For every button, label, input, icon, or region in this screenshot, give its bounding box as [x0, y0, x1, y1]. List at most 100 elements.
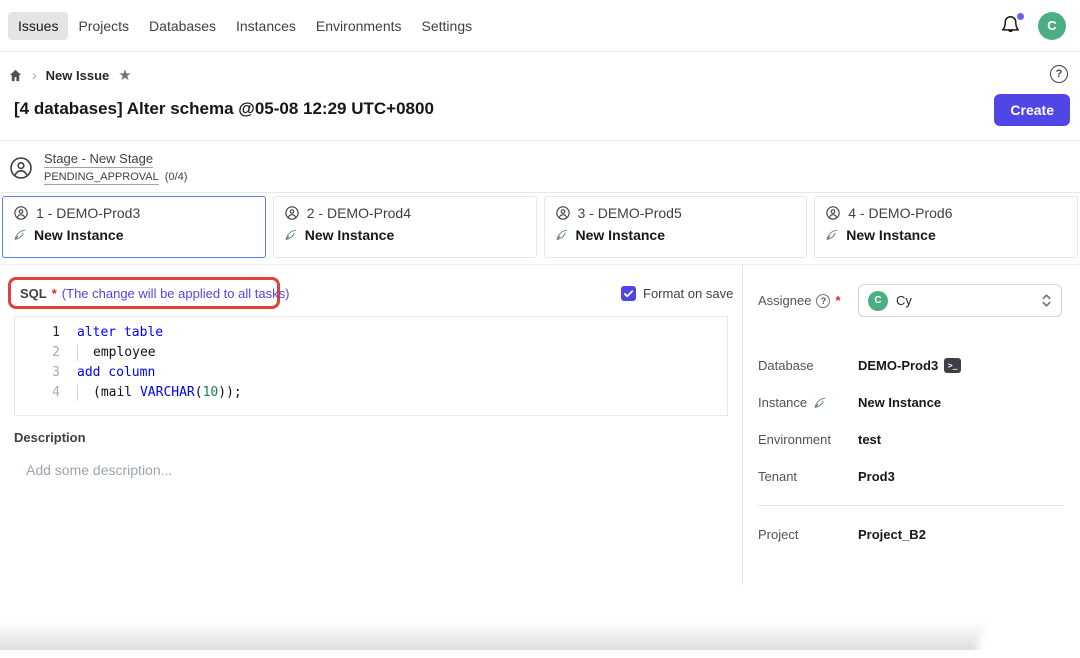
instance-value: New Instance — [858, 395, 941, 410]
description-label: Description — [14, 430, 86, 445]
nav-item-projects[interactable]: Projects — [68, 12, 139, 40]
assignee-label: Assignee — [758, 293, 811, 308]
environment-label: Environment — [758, 432, 858, 447]
dolphin-icon — [813, 396, 827, 410]
task-title: 2 - DEMO-Prod4 — [307, 205, 411, 221]
dolphin-icon — [284, 228, 298, 242]
task-title: 4 - DEMO-Prod6 — [848, 205, 952, 221]
code-line: 3 add column — [15, 363, 727, 383]
assignee-select[interactable]: C Cy — [858, 284, 1062, 317]
top-nav: Issues Projects Databases Instances Envi… — [0, 0, 1080, 52]
divider — [0, 192, 1080, 193]
line-number: 1 — [15, 323, 69, 343]
sql-text: )); — [218, 385, 241, 400]
assignee-help-icon[interactable]: ? — [816, 294, 830, 308]
code-line: 1 alter table — [15, 323, 727, 343]
task-card-3[interactable]: 3 - DEMO-Prod5 New Instance — [544, 196, 808, 258]
assignee-label-row: Assignee ? * — [758, 293, 841, 308]
notification-bell-icon[interactable] — [1000, 15, 1022, 37]
stage-person-icon — [8, 155, 34, 181]
person-circle-icon — [825, 205, 841, 221]
stage-progress: (0/4) — [165, 171, 188, 183]
nav-item-databases[interactable]: Databases — [139, 12, 226, 40]
database-label: Database — [758, 358, 858, 373]
line-number: 3 — [15, 363, 69, 383]
sql-hint: (The change will be applied to all tasks… — [62, 286, 290, 301]
create-button[interactable]: Create — [994, 94, 1070, 126]
sidebar-vertical-divider — [742, 265, 743, 585]
code-line: 2 employee — [15, 343, 727, 363]
sql-label-annotation: SQL* (The change will be applied to all … — [8, 277, 280, 309]
field-row-tenant: Tenant Prod3 — [758, 469, 1064, 484]
nav-item-instances[interactable]: Instances — [226, 12, 306, 40]
terminal-icon[interactable]: >_ — [944, 358, 961, 373]
project-value: Project_B2 — [858, 527, 926, 542]
tenant-label: Tenant — [758, 469, 858, 484]
bottom-shadow — [0, 622, 1080, 650]
bottom-shadow-corner — [978, 618, 1080, 658]
task-card-1[interactable]: 1 - DEMO-Prod3 New Instance — [2, 196, 266, 258]
check-icon — [623, 288, 634, 299]
nav-item-environments[interactable]: Environments — [306, 12, 412, 40]
task-instance: New Instance — [846, 227, 935, 243]
line-number: 4 — [15, 383, 69, 403]
breadcrumb: › New Issue ★ — [8, 58, 132, 92]
task-card-2[interactable]: 2 - DEMO-Prod4 New Instance — [273, 196, 537, 258]
page-title: [4 databases] Alter schema @05-08 12:29 … — [14, 99, 434, 119]
required-asterisk: * — [52, 286, 57, 301]
line-number: 2 — [15, 343, 69, 363]
stage-section: Stage - New Stage PENDING_APPROVAL (0/4) — [8, 150, 187, 185]
bookmark-star-icon[interactable]: ★ — [118, 68, 131, 83]
breadcrumb-current: New Issue — [46, 68, 110, 83]
field-row-database: Database DEMO-Prod3 >_ — [758, 358, 1064, 373]
nav-item-settings[interactable]: Settings — [412, 12, 483, 40]
sql-identifier: employee — [93, 345, 156, 360]
sql-text: (mail — [93, 385, 140, 400]
home-icon[interactable] — [8, 68, 23, 83]
sql-text: ( — [195, 385, 203, 400]
environment-value: test — [858, 432, 881, 447]
user-avatar[interactable]: C — [1038, 12, 1066, 40]
chevron-right-icon: › — [32, 67, 37, 83]
required-asterisk: * — [835, 293, 840, 308]
task-instance: New Instance — [576, 227, 665, 243]
help-icon[interactable]: ? — [1050, 65, 1068, 83]
task-instance: New Instance — [34, 227, 123, 243]
instance-label: Instance — [758, 395, 807, 410]
sql-keyword: VARCHAR — [140, 385, 195, 400]
task-instance: New Instance — [305, 227, 394, 243]
database-value: DEMO-Prod3 — [858, 358, 938, 373]
dolphin-icon — [555, 228, 569, 242]
assignee-avatar: C — [868, 291, 888, 311]
task-title: 1 - DEMO-Prod3 — [36, 205, 140, 221]
stage-status: PENDING_APPROVAL — [44, 171, 159, 185]
nav-item-issues[interactable]: Issues — [8, 12, 68, 40]
tenant-value: Prod3 — [858, 469, 895, 484]
sql-number: 10 — [203, 385, 219, 400]
divider — [758, 505, 1064, 506]
stage-name-link[interactable]: Stage - New Stage — [44, 151, 153, 168]
nav-items: Issues Projects Databases Instances Envi… — [8, 12, 482, 40]
chevron-up-down-icon — [1041, 292, 1052, 309]
sql-editor[interactable]: 1 alter table 2 employee 3 add column 4 … — [14, 316, 728, 416]
format-on-save-toggle[interactable]: Format on save — [621, 286, 733, 301]
task-cards: 1 - DEMO-Prod3 New Instance 2 - DEMO-Pro… — [0, 196, 1080, 258]
divider — [0, 264, 1080, 265]
code-line: 4 (mail VARCHAR(10)); — [15, 383, 727, 403]
description-input[interactable]: Add some description... — [26, 462, 172, 478]
divider — [0, 140, 1080, 141]
person-circle-icon — [555, 205, 571, 221]
notification-dot — [1017, 13, 1024, 20]
assignee-value: Cy — [896, 293, 912, 308]
project-label: Project — [758, 527, 858, 542]
field-row-instance: Instance New Instance — [758, 395, 1064, 410]
format-on-save-checkbox[interactable] — [621, 286, 636, 301]
person-circle-icon — [284, 205, 300, 221]
format-on-save-label: Format on save — [643, 286, 733, 301]
task-card-4[interactable]: 4 - DEMO-Prod6 New Instance — [814, 196, 1078, 258]
person-circle-icon — [13, 205, 29, 221]
task-title: 3 - DEMO-Prod5 — [578, 205, 682, 221]
sql-keyword: alter table — [77, 325, 163, 340]
dolphin-icon — [13, 228, 27, 242]
sql-keyword: add column — [77, 365, 155, 380]
